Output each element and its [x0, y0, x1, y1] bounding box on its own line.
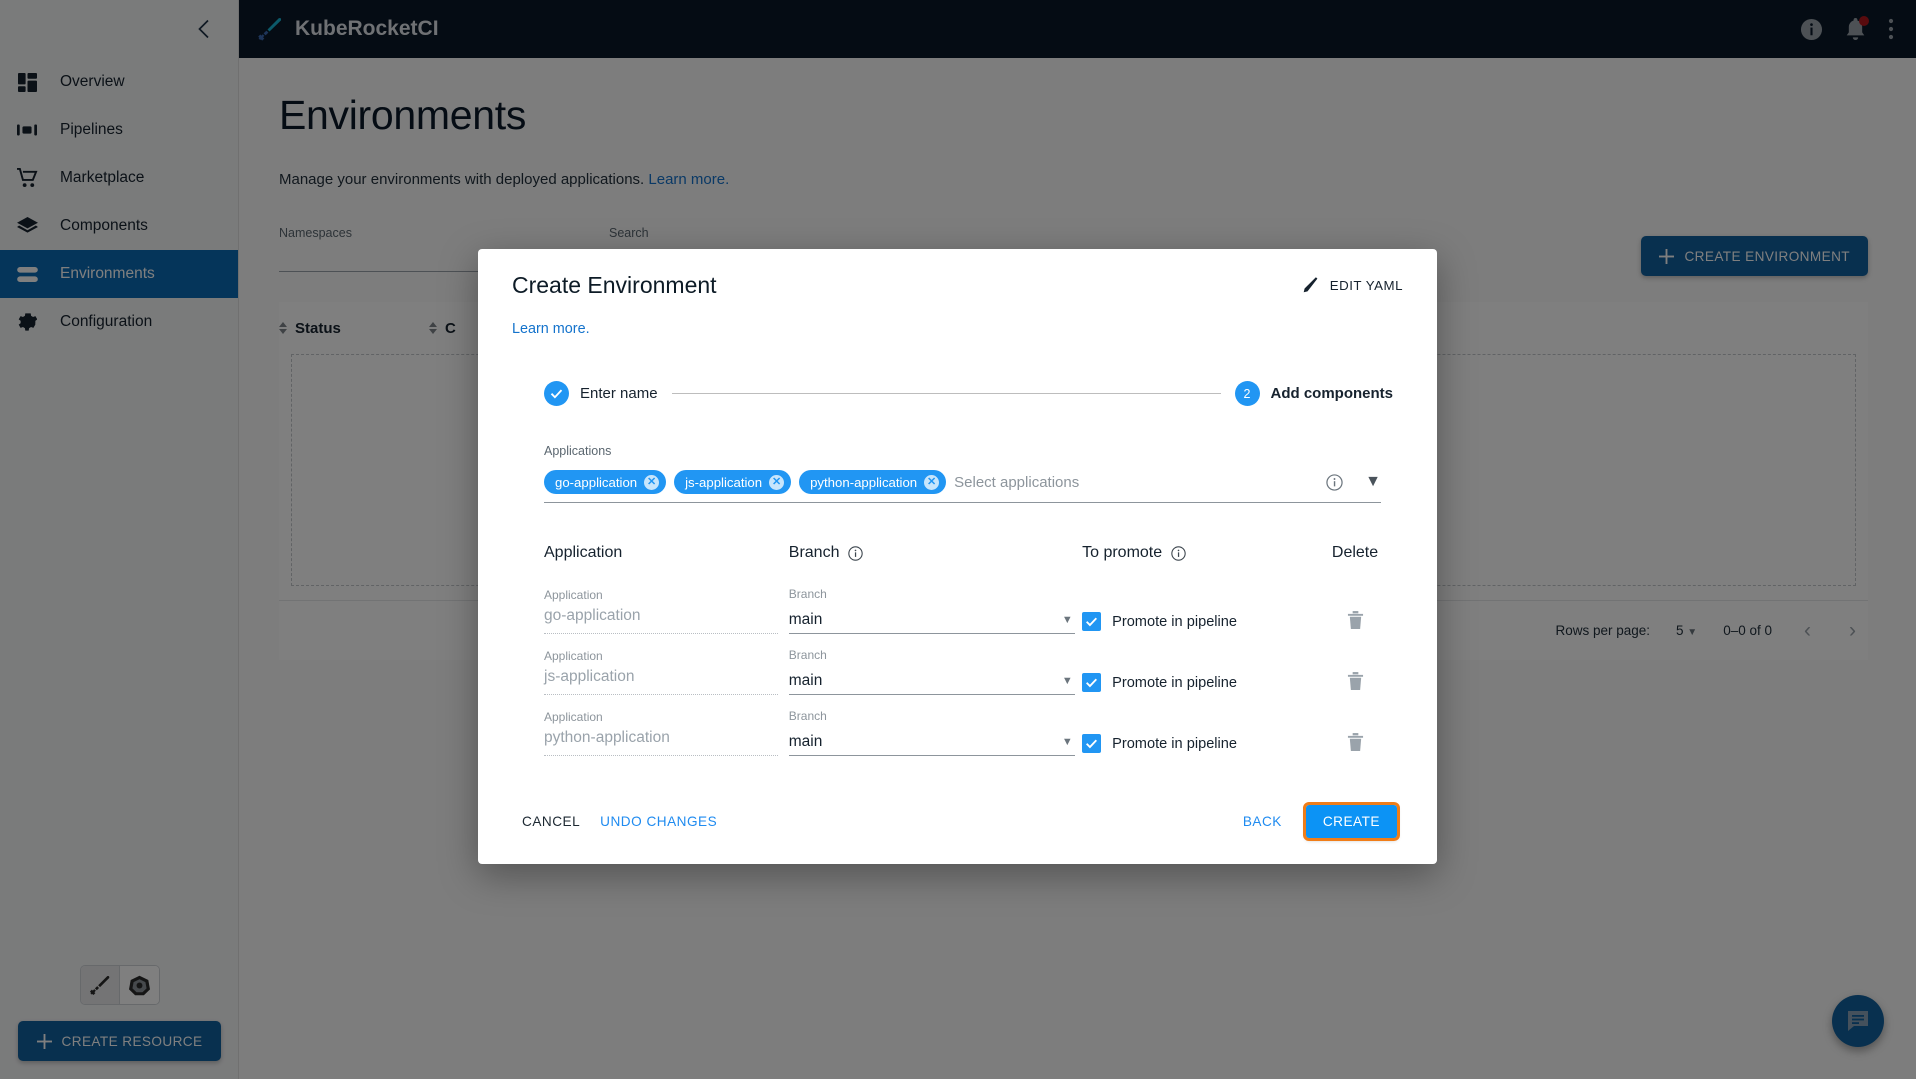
step-add-components-label: Add components [1271, 385, 1394, 402]
column-delete-label: Delete [1332, 544, 1378, 561]
row-branch-value: main [789, 611, 823, 629]
edit-yaml-label: EDIT YAML [1330, 278, 1403, 293]
application-chip[interactable]: python-application ✕ [799, 470, 946, 494]
edit-yaml-button[interactable]: EDIT YAML [1303, 277, 1403, 293]
application-chip-label: js-application [685, 475, 762, 490]
step-enter-name-label: Enter name [580, 385, 658, 402]
column-to-promote-label: To promote [1082, 544, 1162, 562]
row-promote-field[interactable]: Promote in pipeline [1082, 673, 1321, 695]
create-button[interactable]: CREATE [1306, 805, 1397, 838]
row-application-value: js-application [544, 668, 778, 695]
application-chip-label: python-application [810, 475, 917, 490]
row-branch-label: Branch [789, 587, 1082, 601]
row-branch-value: main [789, 733, 823, 751]
check-icon [544, 381, 569, 406]
row-application-field: Application go-application [544, 588, 789, 634]
row-delete-field[interactable] [1321, 733, 1389, 756]
promote-checkbox[interactable] [1082, 734, 1101, 753]
row-branch-label: Branch [789, 709, 1082, 723]
row-branch-field[interactable]: Branch main ▼ [789, 709, 1082, 756]
chevron-down-icon[interactable]: ▼ [1062, 736, 1075, 748]
dialog-header: Create Environment EDIT YAML [512, 249, 1403, 321]
applications-select[interactable]: Applications go-application ✕ js-applica… [544, 444, 1403, 503]
row-promote-field[interactable]: Promote in pipeline [1082, 734, 1321, 756]
application-chip[interactable]: go-application ✕ [544, 470, 666, 494]
info-icon[interactable] [848, 546, 863, 561]
row-branch-field[interactable]: Branch main ▼ [789, 587, 1082, 634]
step-add-components[interactable]: 2 Add components [1235, 381, 1394, 406]
application-chip-label: go-application [555, 475, 637, 490]
step-enter-name[interactable]: Enter name [544, 381, 658, 406]
row-delete-field[interactable] [1321, 611, 1389, 634]
trash-icon[interactable] [1347, 733, 1364, 752]
column-branch-label: Branch [789, 544, 840, 562]
column-delete: Delete [1321, 544, 1389, 562]
application-chip[interactable]: js-application ✕ [674, 470, 791, 494]
close-icon[interactable]: ✕ [769, 475, 784, 490]
row-application-field: Application python-application [544, 710, 789, 756]
promote-label: Promote in pipeline [1112, 614, 1237, 630]
column-to-promote: To promote [1082, 544, 1321, 562]
close-icon[interactable]: ✕ [924, 475, 939, 490]
row-application-label: Application [544, 588, 789, 602]
back-button[interactable]: BACK [1233, 806, 1292, 837]
trash-icon[interactable] [1347, 672, 1364, 691]
applications-placeholder: Select applications [954, 474, 1318, 491]
column-application-label: Application [544, 544, 622, 562]
chevron-down-icon[interactable]: ▼ [1062, 614, 1075, 626]
components-table: Application Branch To promote Delete [544, 533, 1403, 756]
column-application: Application [544, 544, 789, 562]
info-icon[interactable] [1171, 546, 1186, 561]
info-icon[interactable] [1326, 474, 1343, 491]
row-promote-field[interactable]: Promote in pipeline [1082, 612, 1321, 634]
row-application-value: python-application [544, 729, 778, 756]
chevron-down-icon[interactable]: ▼ [1365, 473, 1381, 491]
promote-label: Promote in pipeline [1112, 736, 1237, 752]
row-branch-select[interactable]: main ▼ [789, 606, 1075, 634]
dialog-title: Create Environment [512, 272, 717, 299]
component-row: Application go-application Branch main ▼… [544, 587, 1389, 634]
column-branch: Branch [789, 544, 1082, 562]
learn-more-link[interactable]: Learn more. [512, 321, 590, 337]
create-environment-dialog: Create Environment EDIT YAML Learn more.… [478, 249, 1437, 864]
row-application-label: Application [544, 649, 789, 663]
trash-icon[interactable] [1347, 611, 1364, 630]
undo-changes-button[interactable]: UNDO CHANGES [590, 806, 727, 837]
promote-checkbox[interactable] [1082, 673, 1101, 692]
promote-checkbox[interactable] [1082, 612, 1101, 631]
applications-label: Applications [544, 444, 1381, 458]
row-application-value: go-application [544, 607, 778, 634]
row-delete-field[interactable] [1321, 672, 1389, 695]
promote-label: Promote in pipeline [1112, 675, 1237, 691]
row-branch-value: main [789, 672, 823, 690]
component-row: Application python-application Branch ma… [544, 709, 1389, 756]
row-branch-select[interactable]: main ▼ [789, 728, 1075, 756]
row-application-field: Application js-application [544, 649, 789, 695]
dialog-stepper: Enter name 2 Add components [544, 381, 1393, 406]
component-row: Application js-application Branch main ▼… [544, 648, 1389, 695]
components-table-header: Application Branch To promote Delete [544, 533, 1389, 573]
step-number-badge: 2 [1235, 381, 1260, 406]
row-application-label: Application [544, 710, 789, 724]
applications-control[interactable]: go-application ✕ js-application ✕ python… [544, 467, 1381, 503]
row-branch-label: Branch [789, 648, 1082, 662]
cancel-button[interactable]: CANCEL [512, 806, 590, 837]
stepper-connector [672, 393, 1221, 394]
row-branch-select[interactable]: main ▼ [789, 667, 1075, 695]
dialog-learn-more: Learn more. [512, 321, 1403, 341]
pencil-icon [1303, 277, 1319, 293]
dialog-footer: CANCEL UNDO CHANGES BACK CREATE [512, 778, 1403, 864]
chevron-down-icon[interactable]: ▼ [1062, 675, 1075, 687]
close-icon[interactable]: ✕ [644, 475, 659, 490]
row-branch-field[interactable]: Branch main ▼ [789, 648, 1082, 695]
